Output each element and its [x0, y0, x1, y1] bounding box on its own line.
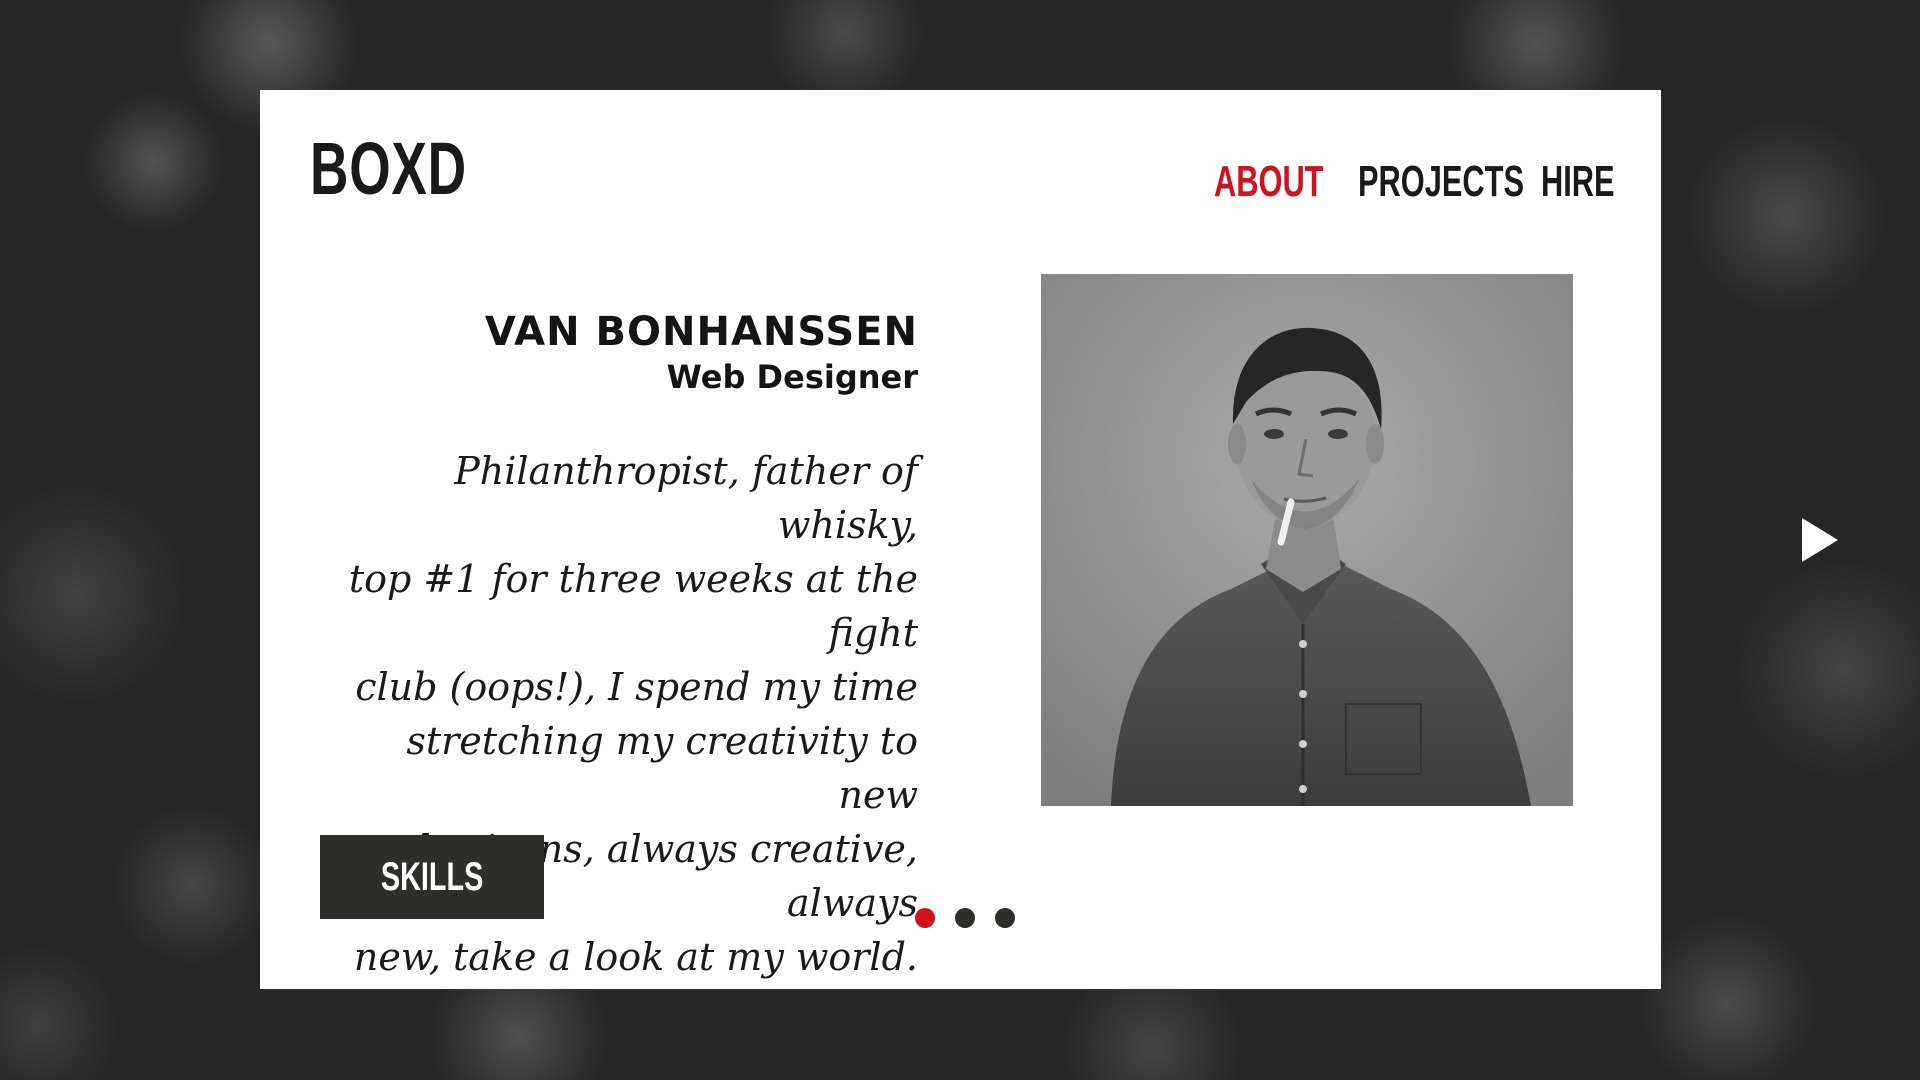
pagination-dot-1[interactable]	[915, 908, 935, 928]
profile-role: Web Designer	[666, 358, 918, 396]
nav-item-about[interactable]: ABOUT	[1214, 160, 1324, 204]
pagination-dot-2[interactable]	[955, 908, 976, 928]
bio-line: Philanthropist, father of whisky,	[454, 449, 918, 548]
bio-line: club (oops!), I spend my time	[355, 665, 918, 710]
profile-photo	[1041, 274, 1573, 806]
slider-pagination	[915, 908, 1030, 928]
nav-item-projects[interactable]: PROJECTS	[1358, 160, 1524, 204]
pagination-dot-3[interactable]	[995, 908, 1016, 928]
main-nav: ABOUT PROJECTS HIRE	[260, 160, 1661, 210]
skills-button-label: SKILLS	[380, 855, 484, 899]
skills-button[interactable]: SKILLS	[320, 835, 544, 919]
profile-name: VAN BONHANSSEN	[484, 309, 918, 355]
bio-line: stretching my creativity to new	[406, 719, 918, 818]
profile-card: BOXD ABOUT PROJECTS HIRE VAN BONHANSSEN …	[260, 90, 1661, 989]
nav-item-hire[interactable]: HIRE	[1541, 160, 1615, 204]
play-arrow-icon[interactable]	[1800, 516, 1840, 564]
bio-line: top #1 for three weeks at the fight	[348, 557, 918, 656]
bio-line: new, take a look at my world.	[353, 935, 918, 980]
